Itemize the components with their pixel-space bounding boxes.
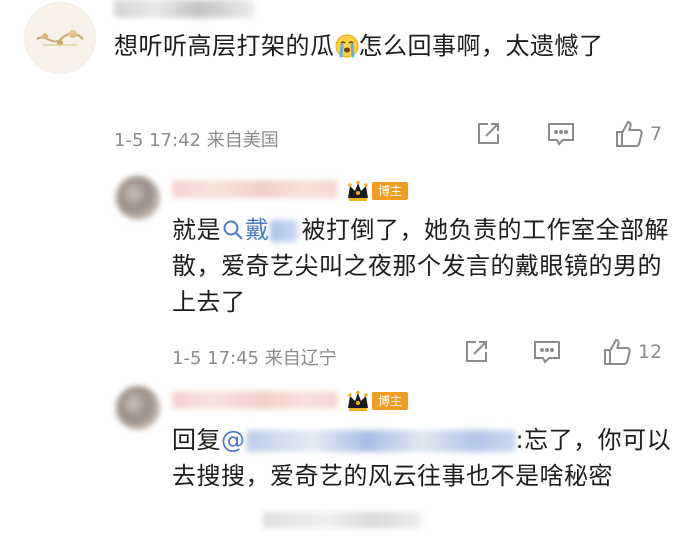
main-commenter-name-blurred[interactable]	[114, 0, 254, 18]
reply2-badge-label: 博主	[372, 392, 409, 410]
bottom-blurred-row	[262, 512, 422, 528]
reply2-name-blurred[interactable]	[172, 391, 338, 409]
reply1-share-button[interactable]	[462, 338, 490, 366]
reply2-mention-at: @	[221, 426, 246, 454]
reply2-avatar[interactable]	[116, 386, 160, 430]
reply1-avatar[interactable]	[116, 176, 160, 220]
main-like-button[interactable]: 7	[614, 119, 662, 149]
reply2-mention-link[interactable]: @	[221, 426, 516, 454]
crying-emoji	[335, 32, 359, 58]
reply2-text-prefix: 回复	[172, 426, 221, 454]
reply1-text: 就是戴被打倒了，她负责的工作室全部解散，爱奇艺尖叫之夜那个发言的戴眼镜的男的上去…	[172, 212, 672, 320]
reply1-like-count: 12	[638, 341, 663, 363]
share-icon	[466, 341, 487, 362]
main-share-button[interactable]	[474, 120, 502, 148]
crown-icon	[348, 180, 368, 201]
reply2-text: 回复@:忘了，你可以去搜搜，爱奇艺的风云往事也不是啥秘密	[172, 422, 672, 494]
main-comment-time: 1-5 17:42	[114, 130, 201, 151]
reply1-search-link-text: 戴	[245, 216, 270, 244]
reply1-time: 1-5 17:45	[172, 348, 259, 369]
reply2-mention-blurred	[245, 430, 516, 452]
reply1-name-blurred[interactable]	[172, 180, 338, 198]
reply1-blogger-badge: 博主	[346, 180, 409, 202]
main-commenter-avatar[interactable]	[24, 2, 96, 74]
reply1-badge-label: 博主	[372, 182, 409, 200]
main-comment-text-a: 想听听高层打架的瓜	[114, 32, 335, 60]
comment-icon	[548, 123, 574, 146]
reply1-comment-button[interactable]	[532, 338, 562, 366]
reply1-search-link-blurred	[269, 220, 298, 242]
main-like-count: 7	[650, 123, 663, 145]
comment-icon	[534, 341, 560, 364]
main-comment-text-b: 怎么回事啊，太遗憾了	[358, 32, 604, 60]
reply1-search-link[interactable]: 戴	[221, 216, 298, 244]
reply1-text-prefix: 就是	[172, 216, 221, 244]
main-comment-button[interactable]	[546, 120, 576, 148]
reply1-like-button[interactable]: 12	[602, 337, 662, 367]
like-icon	[604, 338, 631, 365]
main-comment-text: 想听听高层打架的瓜 怎么回事啊，太遗憾了	[114, 28, 674, 64]
reply1-meta: 1-5 17:45 来自辽宁	[172, 344, 337, 370]
reply1-location: 来自辽宁	[264, 348, 337, 369]
search-icon	[223, 220, 243, 240]
share-icon	[478, 123, 499, 144]
reply2-blogger-badge: 博主	[346, 390, 409, 412]
main-comment-location: 来自美国	[206, 130, 279, 151]
main-comment-meta: 1-5 17:42 来自美国	[114, 126, 279, 152]
like-icon	[616, 120, 643, 147]
crown-icon	[348, 390, 368, 411]
